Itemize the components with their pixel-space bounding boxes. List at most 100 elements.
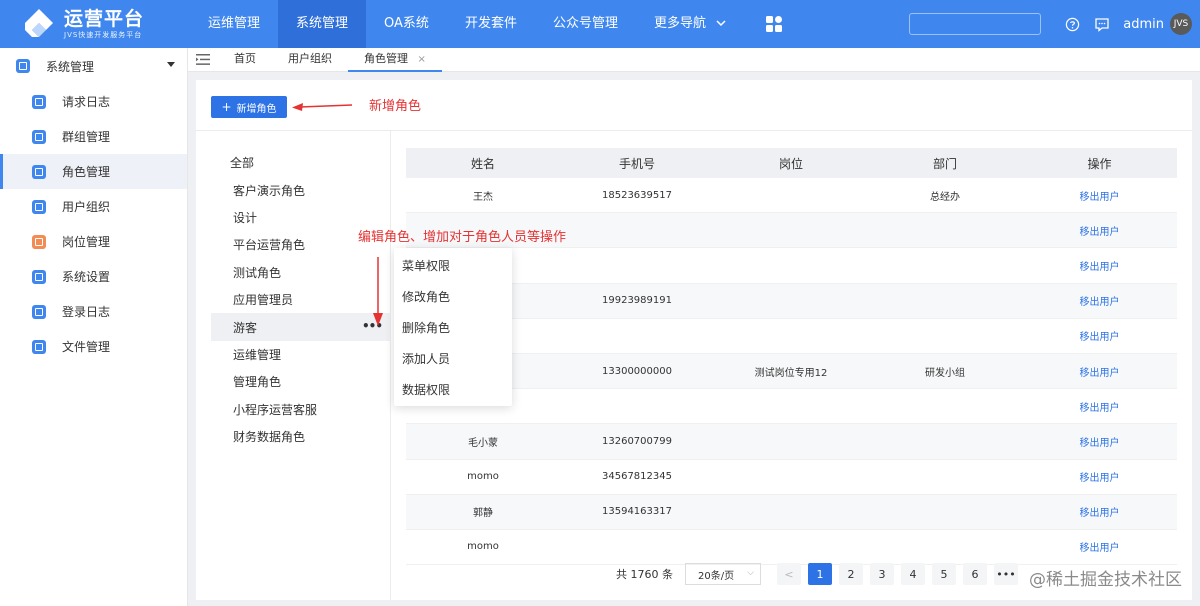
help-icon[interactable] (1057, 17, 1087, 32)
table-cell (714, 460, 868, 494)
brand-logo[interactable]: 运营平台 JVS快速开发服务平台 (0, 0, 190, 48)
divider (196, 130, 1192, 131)
sidebar-item-label: 请求日志 (62, 95, 111, 109)
role-item[interactable]: 小程序运营客服 (211, 396, 390, 423)
prev-page-button[interactable]: < (777, 563, 801, 585)
role-item[interactable]: 财务数据角色 (211, 423, 390, 450)
sidebar-item-file-mgmt[interactable]: 文件管理 (0, 329, 187, 364)
table-row: 19923989191 移出用户 (406, 283, 1177, 319)
column-header: 部门 (932, 156, 957, 171)
sidebar-group-system[interactable]: 系统管理 (0, 48, 187, 84)
sidebar-item-label: 系统设置 (62, 270, 111, 284)
remove-user-link[interactable]: 移出用户 (1022, 389, 1177, 423)
topnav-item-oa[interactable]: OA系统 (366, 0, 447, 48)
page-size-select[interactable]: 20条/页 ⌵ (685, 563, 761, 585)
table-cell (868, 319, 1022, 353)
sidebar-item-post-mgmt[interactable]: 岗位管理 (0, 224, 187, 259)
remove-user-link[interactable]: 移出用户 (1022, 354, 1177, 388)
page-button[interactable]: 4 (901, 563, 925, 585)
annotation-context-hint: 编辑角色、增加对于角色人员等操作 (358, 230, 567, 245)
topnav-item-devkit[interactable]: 开发套件 (447, 0, 535, 48)
role-item-selected[interactable]: 游客 ••• (211, 313, 390, 341)
role-item-all[interactable]: 全部 (211, 149, 390, 176)
role-item[interactable]: 客户演示角色 (211, 176, 390, 203)
table-cell (868, 424, 1022, 458)
topnav-item-system[interactable]: 系统管理 (278, 0, 367, 48)
table-cell (714, 495, 868, 529)
close-icon[interactable]: × (418, 54, 426, 65)
add-role-button[interactable]: + 新增角色 (211, 96, 287, 118)
table-cell (868, 389, 1022, 423)
more-pages-button[interactable]: ••• (994, 563, 1018, 585)
sidebar-item-user-org[interactable]: 用户组织 (0, 189, 187, 224)
role-item[interactable]: 测试角色 (211, 259, 390, 286)
remove-user-link[interactable]: 移出用户 (1022, 530, 1177, 564)
table-row: momo 34567812345 移出用户 (406, 459, 1177, 495)
sidebar-item-label: 群组管理 (62, 130, 111, 144)
table-cell: 18523639517 (602, 189, 672, 201)
topnav-item-more[interactable]: 更多导航 (636, 0, 744, 48)
table-cell (714, 424, 868, 458)
table-cell: 13260700799 (602, 435, 672, 447)
sidebar-item-label: 岗位管理 (62, 235, 111, 249)
remove-user-link[interactable]: 移出用户 (1022, 284, 1177, 318)
org-icon (32, 199, 46, 214)
app-grid-icon[interactable] (744, 0, 804, 48)
sidebar-item-label: 文件管理 (62, 340, 111, 354)
sidebar-item-login-log[interactable]: 登录日志 (0, 294, 187, 329)
table-cell (714, 530, 868, 564)
sidebar-group-label: 系统管理 (46, 59, 95, 74)
table-cell (560, 389, 714, 423)
column-header: 岗位 (778, 156, 803, 171)
role-item[interactable]: 运维管理 (211, 341, 390, 368)
sidebar-item-role-mgmt[interactable]: 角色管理 (0, 154, 187, 189)
remove-user-link[interactable]: 移出用户 (1022, 424, 1177, 458)
role-context-menu: 菜单权限 修改角色 删除角色 添加人员 数据权限 (394, 248, 512, 406)
topnav-item-wechat[interactable]: 公众号管理 (535, 0, 636, 48)
column-header: 手机号 (618, 156, 655, 171)
page-button[interactable]: 2 (839, 563, 863, 585)
menu-toggle-icon[interactable] (188, 54, 218, 65)
sidebar-item-system-settings[interactable]: 系统设置 (0, 259, 187, 294)
page-button[interactable]: 6 (963, 563, 987, 585)
total-count: 共 1760 条 (616, 568, 673, 581)
menu-item-delete-role[interactable]: 删除角色 (394, 313, 512, 344)
tab-role-mgmt[interactable]: 角色管理 × (348, 48, 442, 72)
sidebar-item-group-mgmt[interactable]: 群组管理 (0, 119, 187, 154)
remove-user-link[interactable]: 移出用户 (1022, 178, 1177, 212)
table-cell: 研发小组 (925, 367, 965, 379)
annotation-arrow-down-icon (373, 257, 383, 326)
tab-user-org[interactable]: 用户组织 (272, 48, 348, 72)
post-icon (32, 234, 46, 249)
remove-user-link[interactable]: 移出用户 (1022, 213, 1177, 247)
page-button[interactable]: 5 (932, 563, 956, 585)
message-icon[interactable] (1087, 17, 1117, 32)
tab-home[interactable]: 首页 (218, 48, 272, 72)
menu-item-data-permission[interactable]: 数据权限 (394, 375, 512, 406)
remove-user-link[interactable]: 移出用户 (1022, 319, 1177, 353)
table-cell: 郭静 (473, 508, 493, 520)
role-item[interactable]: 管理角色 (211, 368, 390, 395)
table-cell: momo (467, 541, 499, 553)
chevron-down-icon (716, 0, 726, 48)
menu-item-edit-role[interactable]: 修改角色 (394, 282, 512, 313)
username-label[interactable]: admin (1123, 17, 1164, 32)
menu-item-add-member[interactable]: 添加人员 (394, 344, 512, 375)
remove-user-link[interactable]: 移出用户 (1022, 495, 1177, 529)
menu-item-menu-permission[interactable]: 菜单权限 (394, 251, 512, 282)
remove-user-link[interactable]: 移出用户 (1022, 248, 1177, 282)
members-table: 姓名 手机号 岗位 部门 操作 王杰 18523639517 总经办 移出用户 移出用户… (406, 148, 1177, 566)
remove-user-link[interactable]: 移出用户 (1022, 460, 1177, 494)
top-search-input[interactable] (909, 13, 1042, 35)
page-button[interactable]: 1 (808, 563, 832, 585)
role-item[interactable]: 应用管理员 (211, 286, 390, 313)
page-button[interactable]: 3 (870, 563, 894, 585)
avatar[interactable]: JVS (1170, 13, 1192, 35)
topnav-item-ops[interactable]: 运维管理 (190, 0, 278, 48)
sidebar-item-request-log[interactable]: 请求日志 (0, 84, 187, 119)
table-cell (868, 460, 1022, 494)
table-cell (714, 213, 868, 247)
tab-label: 角色管理 (364, 51, 408, 65)
table-cell: 19923989191 (602, 295, 672, 307)
role-item-label: 游客 (233, 320, 258, 335)
